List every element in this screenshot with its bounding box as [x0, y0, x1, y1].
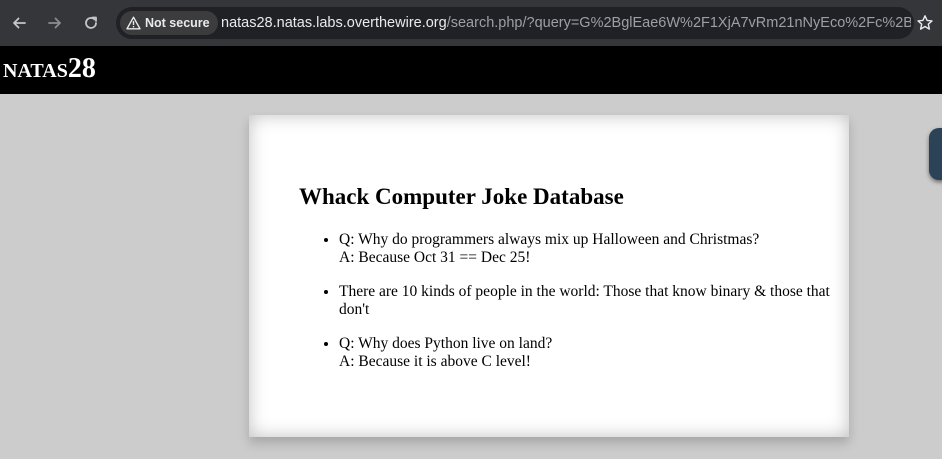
- arrow-right-icon: [48, 17, 61, 29]
- address-bar[interactable]: Not secure natas28.natas.labs.overthewir…: [116, 7, 914, 39]
- forward-button[interactable]: [40, 8, 70, 38]
- site-title-number: 28: [67, 53, 96, 84]
- arrow-left-icon: [13, 17, 26, 29]
- joke-item: Q: Why do programmers always mix up Hall…: [339, 231, 839, 267]
- joke-question: Q: Why do programmers always mix up Hall…: [339, 231, 760, 248]
- security-indicator[interactable]: Not secure: [120, 11, 218, 35]
- joke-answer: A: Because it is above C level!: [339, 353, 531, 370]
- joke-question: Q: Why does Python live on land?: [339, 335, 553, 352]
- security-label: Not secure: [145, 16, 210, 30]
- joke-item: Q: Why does Python live on land? A: Beca…: [339, 335, 839, 371]
- url-text[interactable]: natas28.natas.labs.overthewire.org/searc…: [221, 13, 911, 33]
- joke-answer: A: Because Oct 31 == Dec 25!: [339, 249, 531, 266]
- reload-icon: [85, 16, 97, 29]
- side-panel-button[interactable]: [929, 128, 942, 180]
- url-path: /search.php/?query=G%2BglEae6W%2F1XjA7vR…: [446, 15, 911, 31]
- browser-toolbar: Not secure natas28.natas.labs.overthewir…: [0, 0, 942, 46]
- warning-triangle-icon: [126, 16, 141, 30]
- url-domain: natas28.natas.labs.overthewire.org: [221, 15, 447, 31]
- joke-item: There are 10 kinds of people in the worl…: [339, 283, 839, 319]
- site-header: NATAS28: [0, 46, 942, 94]
- back-button[interactable]: [4, 8, 34, 38]
- page-title: Whack Computer Joke Database: [299, 184, 624, 209]
- site-title: NATAS28: [3, 54, 96, 88]
- bookmark-button[interactable]: [913, 11, 937, 35]
- content-card: Whack Computer Joke Database Q: Why do p…: [249, 115, 849, 437]
- star-icon: [917, 15, 933, 30]
- joke-text: There are 10 kinds of people in the worl…: [339, 283, 830, 318]
- joke-list: Q: Why do programmers always mix up Hall…: [299, 231, 839, 387]
- reload-button[interactable]: [76, 8, 106, 38]
- site-title-prefix: NATAS: [3, 60, 68, 82]
